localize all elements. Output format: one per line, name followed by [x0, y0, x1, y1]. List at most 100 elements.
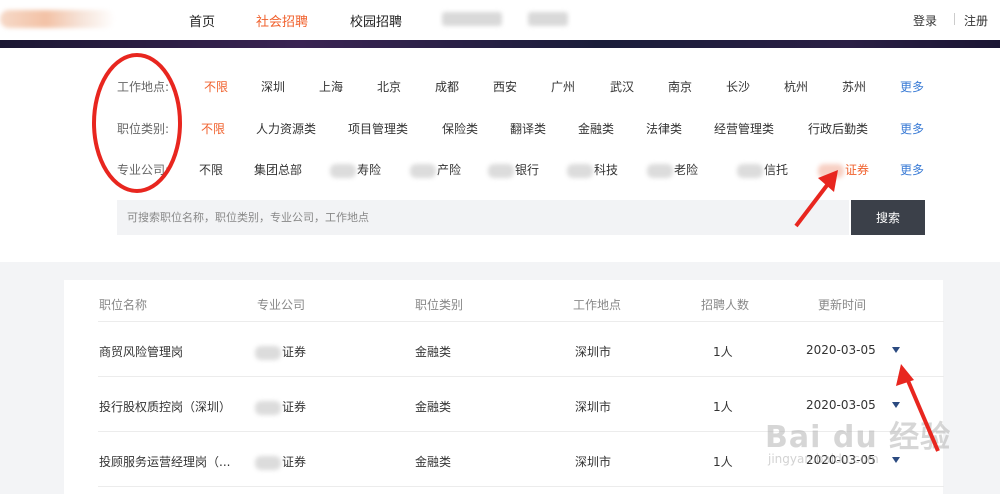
- company-option-label: 寿险: [357, 163, 382, 177]
- category-cell: 金融类: [415, 455, 452, 469]
- company-more-link[interactable]: 更多: [900, 161, 924, 178]
- expand-caret-icon[interactable]: [892, 402, 900, 408]
- company-name: 证券: [282, 345, 307, 359]
- date-cell: 2020-03-05: [806, 398, 876, 412]
- top-navigation: 首页 社会招聘 校园招聘 登录 注册: [0, 0, 1000, 40]
- divider: [98, 321, 944, 322]
- filter-panel: 工作地点: 不限 深圳 上海 北京 成都 西安 广州 武汉 南京 长沙 杭州 苏…: [0, 48, 1000, 262]
- login-link[interactable]: 登录: [913, 12, 937, 29]
- divider: [954, 13, 955, 25]
- location-option[interactable]: 南京: [668, 78, 692, 95]
- company-option-label: 老险: [674, 163, 699, 177]
- location-option[interactable]: 西安: [493, 78, 517, 95]
- column-header: 职位名称: [99, 298, 148, 312]
- category-more-link[interactable]: 更多: [900, 120, 924, 137]
- location-option[interactable]: 深圳: [261, 78, 285, 95]
- expand-caret-icon[interactable]: [892, 347, 900, 353]
- company-option[interactable]: 科技: [567, 161, 618, 178]
- redacted-text: [737, 163, 763, 178]
- count-cell: 1人: [713, 455, 733, 469]
- company-option[interactable]: 老险: [647, 161, 698, 178]
- company-option[interactable]: 不限: [199, 161, 223, 178]
- job-title[interactable]: 商贸风险管理岗: [99, 343, 183, 360]
- company-option[interactable]: 寿险: [330, 161, 381, 178]
- category-cell: 金融类: [415, 400, 452, 414]
- redacted-text: [567, 163, 593, 178]
- column-header: 职位类别: [415, 298, 464, 312]
- category-option[interactable]: 法律类: [646, 120, 682, 137]
- nav-item-redacted-1[interactable]: [442, 12, 502, 26]
- company-option[interactable]: 证券: [818, 161, 869, 178]
- filter-label-category: 职位类别:: [117, 122, 170, 136]
- category-option[interactable]: 项目管理类: [348, 120, 408, 137]
- nav-social-recruitment[interactable]: 社会招聘: [256, 11, 308, 30]
- job-title[interactable]: 投行股权质控岗（深圳）: [99, 398, 231, 415]
- nav-home[interactable]: 首页: [189, 11, 215, 30]
- location-cell: 深圳市: [575, 345, 612, 359]
- column-header: 工作地点: [573, 298, 622, 312]
- watermark: Bai du 经验: [765, 420, 952, 455]
- location-cell: 深圳市: [575, 455, 612, 469]
- redacted-text: [255, 400, 281, 415]
- divider: [98, 486, 944, 487]
- redacted-text: [488, 163, 514, 178]
- date-cell: 2020-03-05: [806, 343, 876, 357]
- company-option-label: 产险: [437, 163, 462, 177]
- count-cell: 1人: [713, 400, 733, 414]
- filter-label-location: 工作地点:: [117, 80, 170, 94]
- location-option[interactable]: 武汉: [610, 78, 634, 95]
- location-cell: 深圳市: [575, 400, 612, 414]
- company-option-label: 银行: [515, 163, 540, 177]
- location-more-link[interactable]: 更多: [900, 78, 924, 95]
- company-option-label: 信托: [764, 163, 789, 177]
- company-option[interactable]: 银行: [488, 161, 539, 178]
- redacted-text: [818, 163, 844, 178]
- brand-logo[interactable]: [0, 10, 115, 28]
- redacted-text: [410, 163, 436, 178]
- category-cell: 金融类: [415, 345, 452, 359]
- banner-strip: [0, 40, 1000, 48]
- company-cell: 证券: [255, 343, 306, 360]
- category-option[interactable]: 行政后勤类: [808, 120, 868, 137]
- redacted-text: [255, 345, 281, 360]
- nav-campus-recruitment[interactable]: 校园招聘: [350, 11, 402, 30]
- company-cell: 证券: [255, 453, 306, 470]
- category-option[interactable]: 翻译类: [510, 120, 546, 137]
- category-option[interactable]: 金融类: [578, 120, 614, 137]
- count-cell: 1人: [713, 345, 733, 359]
- column-header: 招聘人数: [701, 298, 750, 312]
- company-option[interactable]: 集团总部: [254, 161, 302, 178]
- expand-caret-icon[interactable]: [892, 457, 900, 463]
- company-option[interactable]: 产险: [410, 161, 461, 178]
- location-option[interactable]: 长沙: [726, 78, 750, 95]
- location-option[interactable]: 苏州: [842, 78, 866, 95]
- divider: [98, 376, 944, 377]
- category-option[interactable]: 不限: [201, 120, 225, 137]
- location-option[interactable]: 北京: [377, 78, 401, 95]
- location-option[interactable]: 上海: [319, 78, 343, 95]
- column-header: 专业公司: [257, 298, 306, 312]
- company-option[interactable]: 信托: [737, 161, 788, 178]
- location-option[interactable]: 成都: [435, 78, 459, 95]
- category-option[interactable]: 经营管理类: [714, 120, 774, 137]
- location-option[interactable]: 杭州: [784, 78, 808, 95]
- nav-item-redacted-2[interactable]: [528, 12, 568, 26]
- company-option-label: 证券: [845, 163, 870, 177]
- category-option[interactable]: 人力资源类: [256, 120, 316, 137]
- column-header: 更新时间: [818, 298, 867, 312]
- redacted-text: [330, 163, 356, 178]
- redacted-text: [647, 163, 673, 178]
- search-button[interactable]: 搜索: [851, 200, 925, 235]
- company-name: 证券: [282, 455, 307, 469]
- company-cell: 证券: [255, 398, 306, 415]
- register-link[interactable]: 注册: [964, 12, 988, 29]
- job-title[interactable]: 投顾服务运营经理岗（...: [99, 453, 230, 470]
- location-option[interactable]: 广州: [551, 78, 575, 95]
- location-option[interactable]: 不限: [204, 78, 228, 95]
- search-input[interactable]: [117, 200, 849, 235]
- category-option[interactable]: 保险类: [442, 120, 478, 137]
- company-name: 证券: [282, 400, 307, 414]
- filter-label-company: 专业公司:: [117, 163, 170, 177]
- company-option-label: 科技: [594, 163, 619, 177]
- watermark-url: jingyan.baidu.com: [768, 452, 879, 466]
